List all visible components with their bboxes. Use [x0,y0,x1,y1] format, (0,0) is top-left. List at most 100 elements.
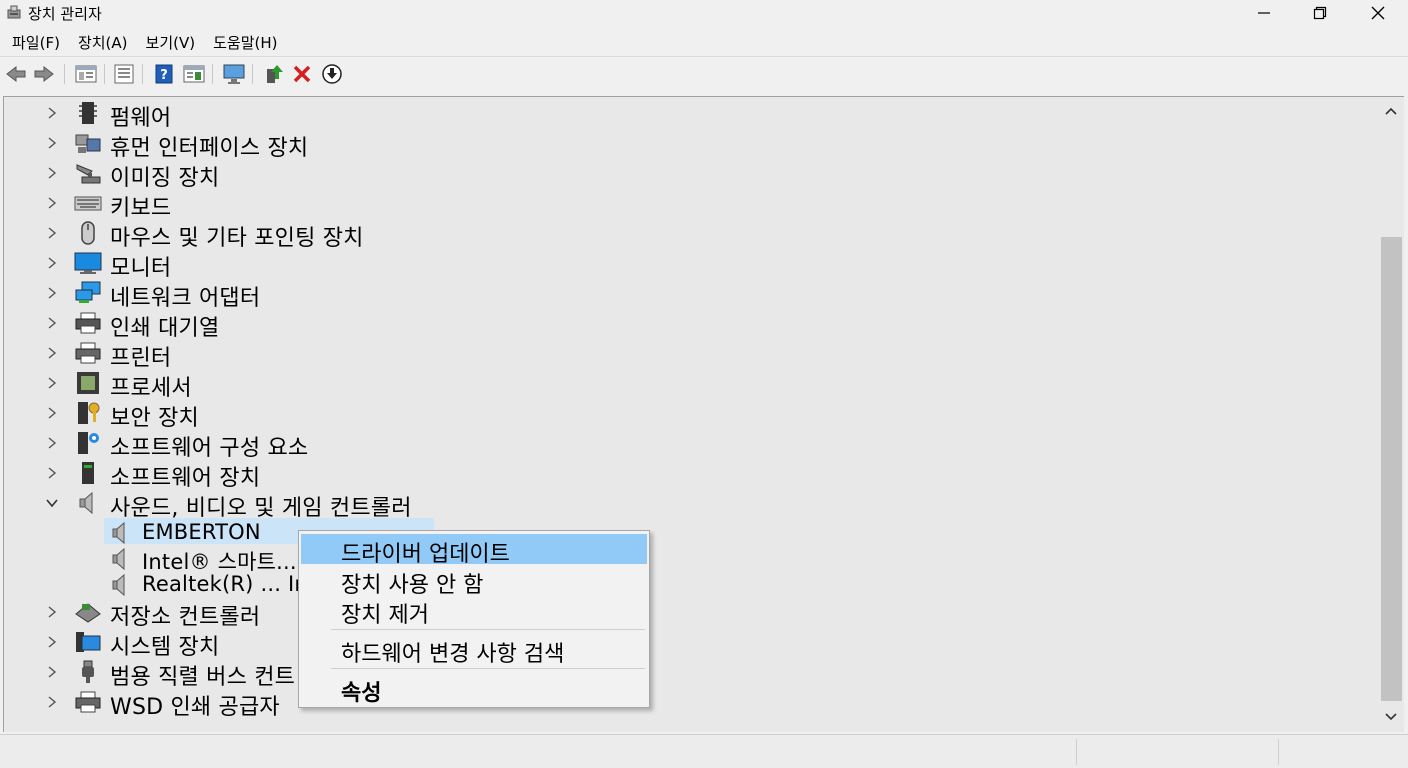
software-component-icon [78,432,99,454]
tree-category-network[interactable]: 네트워크 어댑터 [4,278,1379,311]
menu-file[interactable]: 파일(F) [4,28,68,56]
tree-category-firmware[interactable]: 펌웨어 [4,98,1379,131]
menu-view[interactable]: 보기(V) [138,28,204,56]
software-device-icon [82,462,94,484]
tree-category-wsd[interactable]: WSD 인쇄 공급자 [4,687,1379,720]
tree-category-keyboard[interactable]: 키보드 [4,188,1379,221]
tree-label: Realtek(R) ... Int [142,572,317,596]
toolbar: ? [0,58,1408,90]
device-tree[interactable]: 펌웨어 휴먼 인터페이스 장치 이미징 장치 키보드 마우스 및 기타 포인팅 … [3,96,1379,732]
status-divider [1076,739,1077,765]
menu-divider [0,56,1408,57]
tree-label: WSD 인쇄 공급자 [110,695,280,720]
toolbar-divider [104,64,105,84]
ctx-scan-hardware[interactable]: 하드웨어 변경 사항 검색 [301,634,647,667]
camera-icon [76,164,101,184]
minimize-button[interactable] [1236,0,1292,26]
chevron-right-icon[interactable] [44,604,60,620]
monitor-scan-icon [223,64,245,84]
processor-icon [77,372,99,394]
enable-device-button[interactable] [320,62,344,86]
tree-device-intel-smart[interactable]: Intel® 스마트... [4,544,1379,574]
chevron-right-icon[interactable] [44,694,60,710]
tree-category-processor[interactable]: 프로세서 [4,368,1379,401]
usb-icon [82,660,94,683]
tree-category-hid[interactable]: 휴먼 인터페이스 장치 [4,128,1379,161]
view-button[interactable] [182,62,206,86]
chevron-right-icon[interactable] [44,664,60,680]
chevron-right-icon[interactable] [44,634,60,650]
chevron-right-icon[interactable] [44,435,60,451]
tree-category-printer[interactable]: 프린터 [4,338,1379,371]
chevron-right-icon[interactable] [44,225,60,241]
security-key-icon [78,402,100,424]
chevron-right-icon[interactable] [44,465,60,481]
ctx-update-driver[interactable]: 드라이버 업데이트 [301,534,647,567]
help-button[interactable]: ? [152,62,176,86]
monitor-icon [74,252,102,274]
tree-category-monitor[interactable]: 모니터 [4,248,1379,281]
tree-category-software-component[interactable]: 소프트웨어 구성 요소 [4,428,1379,461]
back-button[interactable] [4,62,28,86]
firmware-chip-icon [79,102,97,124]
toolbar-divider [142,64,143,84]
storage-controller-icon [75,603,101,623]
scrollbar-thumb[interactable] [1381,237,1402,701]
keyboard-icon [74,196,102,211]
hid-icon [75,134,101,153]
tree-category-software-device[interactable]: 소프트웨어 장치 [4,458,1379,491]
help-icon: ? [155,64,173,84]
mouse-icon [81,221,95,245]
tree-category-mouse[interactable]: 마우스 및 기타 포인팅 장치 [4,218,1379,251]
chevron-right-icon[interactable] [44,255,60,271]
vertical-scrollbar[interactable] [1379,96,1404,732]
show-hide-console-button[interactable] [74,62,98,86]
chevron-right-icon[interactable] [44,195,60,211]
tree-category-security[interactable]: 보안 장치 [4,398,1379,431]
tree-category-storage[interactable]: 저장소 컨트롤러 [4,597,1379,630]
chevron-right-icon[interactable] [44,405,60,421]
chevron-right-icon[interactable] [44,285,60,301]
close-icon [1371,6,1385,20]
scan-hardware-button[interactable] [222,62,246,86]
tree-category-usb[interactable]: 범용 직렬 버스 컨트 [4,657,1379,690]
scroll-up-icon[interactable] [1383,105,1399,117]
uninstall-x-icon [293,65,311,83]
properties-button[interactable] [112,62,136,86]
chevron-right-icon[interactable] [44,165,60,181]
tree-category-sound[interactable]: 사운드, 비디오 및 게임 컨트롤러 [4,488,1379,521]
chevron-right-icon[interactable] [44,135,60,151]
svg-text:?: ? [160,68,168,83]
tree-category-print-queue[interactable]: 인쇄 대기열 [4,308,1379,341]
ctx-disable-device[interactable]: 장치 사용 안 함 [301,565,647,598]
ctx-properties[interactable]: 속성 [301,673,647,706]
chevron-right-icon[interactable] [44,315,60,331]
context-menu-divider [331,629,645,630]
device-list-icon [114,64,134,84]
menu-action[interactable]: 장치(A) [70,28,136,56]
minimize-icon [1258,12,1270,14]
chevron-right-icon[interactable] [44,345,60,361]
menu-help[interactable]: 도움말(H) [205,28,285,56]
close-button[interactable] [1350,0,1406,26]
download-icon [322,64,342,84]
tree-category-system[interactable]: 시스템 장치 [4,627,1379,660]
printer-queue-icon [75,312,101,334]
forward-button[interactable] [32,62,56,86]
restore-button[interactable] [1292,0,1348,26]
wsd-printer-icon [75,691,101,713]
chevron-right-icon[interactable] [44,105,60,121]
tree-device-realtek[interactable]: Realtek(R) ... Int [4,570,1379,597]
chevron-right-icon[interactable] [44,375,60,391]
ctx-uninstall-device[interactable]: 장치 제거 [301,595,647,628]
uninstall-device-button[interactable] [290,62,314,86]
status-bar [0,734,1408,768]
update-driver-button[interactable] [262,62,286,86]
scroll-down-icon[interactable] [1383,711,1399,723]
chevron-down-icon[interactable] [44,495,60,511]
tree-device-emberton[interactable]: EMBERTON [4,518,1379,545]
context-menu: 드라이버 업데이트 장치 사용 안 함 장치 제거 하드웨어 변경 사항 검색 … [298,530,650,708]
tree-category-imaging[interactable]: 이미징 장치 [4,158,1379,191]
network-adapter-icon [75,281,101,303]
back-arrow-icon [6,65,26,83]
